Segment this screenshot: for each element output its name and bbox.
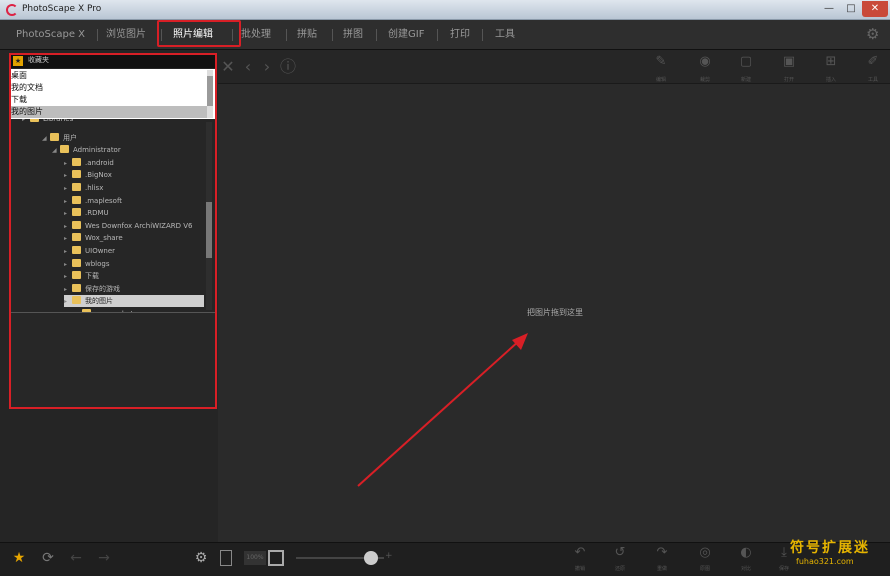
tool-icon: ▣ — [782, 54, 796, 69]
watermark-text: 符号扩展迷 — [790, 540, 870, 556]
zoom-level[interactable]: 100% — [244, 551, 266, 565]
next-image-icon[interactable]: › — [259, 58, 275, 76]
bottom-action-0[interactable]: ↶ 撤销 — [567, 546, 593, 576]
menu-tab-3[interactable]: 批处理 — [241, 20, 271, 50]
menu-tab-7[interactable]: 打印 — [450, 20, 470, 50]
watermark-url: fuhao321.com — [796, 557, 854, 566]
menu-divider — [437, 29, 438, 41]
menu-tab-1[interactable]: 浏览图片 — [106, 20, 146, 50]
maximize-button[interactable]: □ — [840, 1, 862, 17]
tool-icon: ✎ — [655, 54, 667, 69]
fit-screen-icon[interactable] — [268, 550, 284, 566]
back-arrow-icon[interactable]: ← — [68, 550, 84, 566]
active-tab-highlight — [157, 20, 241, 47]
bottom-action-3[interactable]: ◎ 原图 — [692, 546, 718, 576]
menu-divider — [286, 29, 287, 41]
minimize-button[interactable]: — — [818, 1, 840, 17]
toolbar-tool-4[interactable]: ⊞ 插入 — [820, 54, 842, 88]
toolbar-tool-1[interactable]: ◉ 裁剪 — [694, 54, 716, 88]
close-button[interactable]: ✕ — [862, 1, 888, 17]
toolbar-tool-3[interactable]: ▣ 打开 — [778, 54, 800, 88]
action-icon: ↶ — [574, 545, 586, 560]
tool-icon: ▢ — [739, 54, 753, 69]
site-watermark: 符号扩展迷 fuhao321.com — [790, 537, 886, 571]
forward-arrow-icon[interactable]: → — [96, 550, 112, 566]
action-icon: ↷ — [656, 545, 668, 560]
previous-image-icon[interactable]: ‹ — [240, 58, 256, 76]
close-image-icon[interactable]: ✕ — [220, 58, 236, 76]
menu-divider — [97, 29, 98, 41]
menu-divider — [482, 29, 483, 41]
tool-icon: ◉ — [699, 54, 711, 69]
action-icon: ◐ — [740, 545, 752, 560]
action-icon: ◎ — [699, 545, 711, 560]
menu-tab-8[interactable]: 工具 — [495, 20, 515, 50]
bottom-action-4[interactable]: ◐ 对比 — [733, 546, 759, 576]
app-logo-icon — [6, 4, 18, 16]
title-bar: PhotoScape X Pro — □ ✕ — [0, 0, 890, 20]
settings-gear-icon[interactable]: ⚙ — [866, 26, 882, 42]
toolbar-tool-0[interactable]: ✎ 编辑 — [650, 54, 672, 88]
menu-tab-0[interactable]: PhotoScape X — [16, 20, 85, 50]
menu-divider — [376, 29, 377, 41]
zoom-in-icon[interactable]: + — [385, 551, 393, 561]
menu-tab-6[interactable]: 创建GIF — [388, 20, 424, 50]
toolbar-tool-2[interactable]: ▢ 新建 — [735, 54, 757, 88]
refresh-icon[interactable]: ⟳ — [40, 550, 56, 566]
toolbar-tool-5[interactable]: ✐ 工具 — [862, 54, 884, 88]
action-icon: ↺ — [614, 545, 626, 560]
menu-tab-5[interactable]: 拼图 — [343, 20, 363, 50]
gear-icon[interactable]: ⚙ — [193, 550, 209, 566]
bottom-action-1[interactable]: ↺ 还原 — [607, 546, 633, 576]
annotation-arrow — [357, 333, 528, 487]
action-icon: ⤓ — [781, 545, 787, 560]
bottom-action-2[interactable]: ↷ 重做 — [649, 546, 675, 576]
info-icon[interactable]: ⓘ — [280, 58, 296, 76]
main-menu-bar: PhotoScape X 浏览图片 照片编辑 批处理 拼贴 拼图 创建GIF 打印 工具 — [0, 20, 890, 50]
panel-highlight-box — [9, 53, 217, 409]
tool-icon: ⊞ — [825, 54, 837, 69]
window-title: PhotoScape X Pro — [22, 4, 102, 14]
drop-hint-text: 把图片拖到这里 — [527, 308, 583, 317]
zoom-slider-knob[interactable] — [364, 551, 378, 565]
menu-tab-4[interactable]: 拼贴 — [297, 20, 317, 50]
page-view-icon[interactable] — [220, 550, 232, 566]
menu-divider — [332, 29, 333, 41]
tool-icon: ✐ — [867, 54, 879, 69]
favorite-star-icon[interactable]: ★ — [11, 550, 27, 566]
